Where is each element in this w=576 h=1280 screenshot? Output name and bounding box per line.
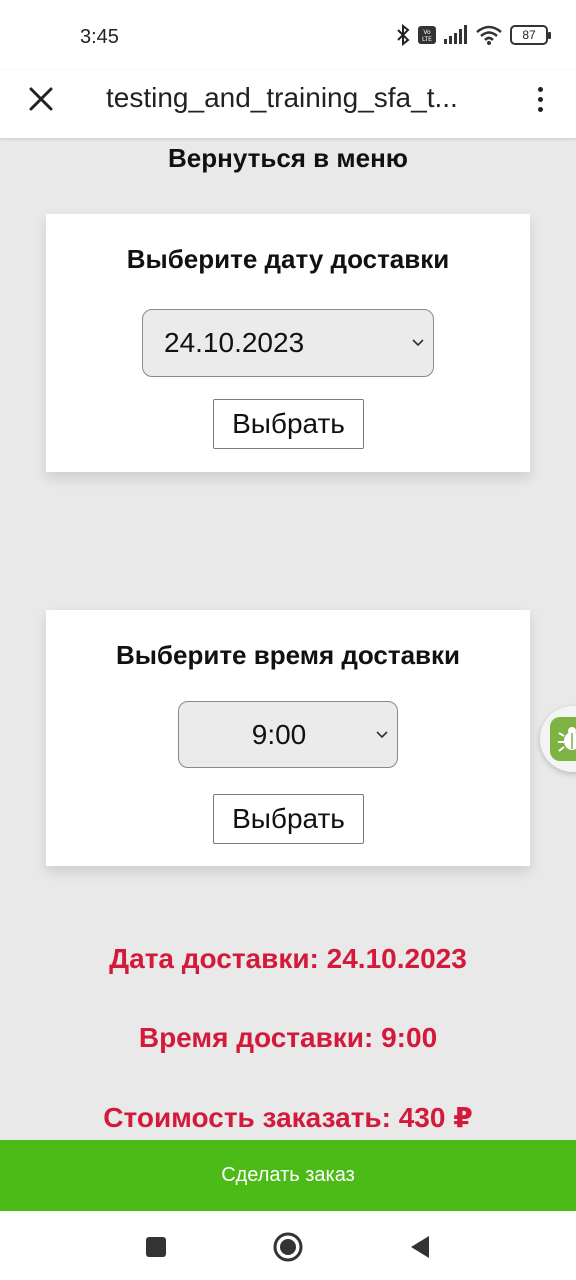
date-card: Выберите дату доставки 24.10.2023 Выбрат… — [46, 214, 530, 472]
status-bar: 3:45 Vo LTE 87 — [0, 0, 576, 70]
date-card-title: Выберите дату доставки — [126, 244, 450, 274]
chevron-down-icon — [412, 339, 424, 347]
battery-icon: 87 — [510, 25, 551, 45]
choose-date-button[interactable]: Выбрать — [213, 399, 364, 449]
time-select-value: 9:00 — [251, 718, 307, 750]
dr-web-bug-icon — [550, 717, 576, 761]
date-select-value: 24.10.2023 — [164, 327, 305, 358]
signal-icon — [444, 25, 467, 44]
svg-text:Vo: Vo — [423, 29, 431, 36]
volte-icon: VoLTE — [418, 26, 436, 44]
time-card-title: Выберите время доставки — [115, 640, 461, 670]
summary-order-cost: Стоимость заказать: 430 ₽ — [103, 1102, 473, 1133]
chevron-down-icon — [376, 730, 388, 738]
summary-delivery-time: Время доставки: 9:00 — [138, 1022, 438, 1053]
app-title: testing_and_training_sfa_t... — [106, 82, 458, 113]
place-order-button[interactable]: Сделать заказ — [0, 1140, 576, 1211]
status-icons: Vo LTE 87 — [396, 24, 551, 46]
choose-time-button[interactable]: Выбрать — [213, 794, 364, 844]
time-select[interactable]: 9:00 — [178, 701, 398, 768]
app-bar: testing_and_training_sfa_t... — [0, 70, 576, 138]
date-select[interactable]: 24.10.2023 — [142, 309, 434, 377]
status-time: 3:45 — [80, 26, 119, 48]
time-card: Выберите время доставки 9:00 Выбрать — [46, 610, 530, 866]
close-button[interactable] — [24, 82, 58, 116]
back-to-menu-link[interactable]: Вернуться в меню — [0, 143, 576, 174]
dr-web-floating-widget[interactable] — [540, 706, 576, 772]
bluetooth-icon — [397, 24, 410, 46]
wifi-icon — [476, 25, 502, 45]
summary-delivery-date: Дата доставки: 24.10.2023 — [109, 943, 467, 974]
nav-square-icon[interactable] — [138, 1229, 174, 1265]
svg-text:LTE: LTE — [422, 36, 432, 43]
more-vert-icon[interactable] — [526, 82, 554, 116]
nav-circle-icon[interactable] — [270, 1229, 306, 1265]
system-nav-bar — [0, 1211, 576, 1280]
nav-back-icon[interactable] — [402, 1229, 438, 1265]
close-icon — [29, 87, 53, 111]
